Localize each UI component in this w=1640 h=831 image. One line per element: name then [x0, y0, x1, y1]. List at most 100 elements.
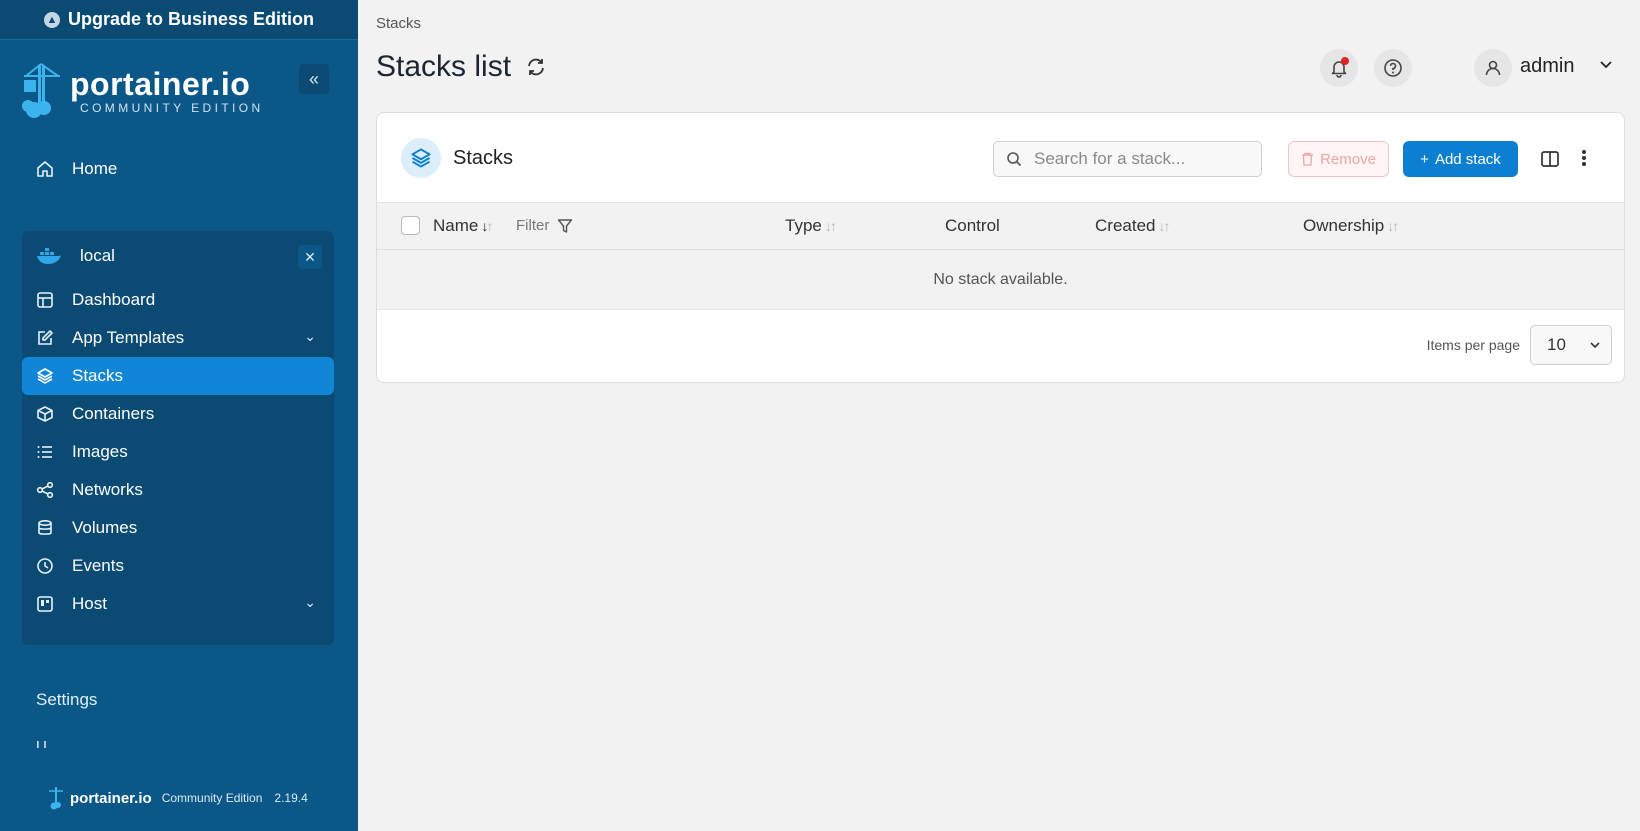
settings-section-label: Settings [36, 690, 98, 709]
chevron-down-icon: ⌄ [304, 328, 316, 344]
plus-icon: + [1420, 150, 1429, 168]
more-options-icon[interactable] [1579, 147, 1589, 169]
upgrade-banner[interactable]: ▲ Upgrade to Business Edition [0, 0, 358, 40]
add-stack-label: Add stack [1434, 150, 1501, 168]
sort-icon: ↓↑ [824, 218, 837, 234]
list-icon [37, 446, 52, 458]
sidebar-item-label: Networks [72, 480, 143, 499]
sidebar-item-containers[interactable]: Containers [22, 395, 334, 433]
breadcrumb[interactable]: Stacks [376, 15, 421, 32]
clock-icon [37, 558, 53, 574]
chevron-down-icon: ⌄ [304, 594, 316, 610]
card-title: Stacks [453, 147, 514, 169]
brand-logo[interactable]: portainer.io COMMUNITY EDITION [20, 62, 264, 120]
notifications-button[interactable] [1320, 49, 1358, 87]
sort-icon: ↓↑ [1387, 218, 1399, 234]
footer-edition: Community Edition [161, 791, 263, 805]
sidebar-item-label: Events [72, 556, 124, 575]
sidebar-item-label: Dashboard [72, 290, 156, 309]
chevron-down-icon [1590, 342, 1600, 349]
docker-icon [37, 248, 61, 264]
search-input[interactable] [1034, 149, 1254, 169]
column-header-control: Control [945, 216, 1000, 235]
items-per-page-label: Items per page [1426, 337, 1520, 353]
sidebar-item-partial[interactable]: U [36, 738, 47, 748]
page-title: Stacks list [376, 50, 547, 84]
stacks-card: Stacks Remove + Add stack [376, 112, 1625, 383]
columns-icon[interactable] [1540, 149, 1560, 169]
dashboard-icon [37, 292, 53, 308]
items-per-page-select[interactable]: 10 [1530, 325, 1612, 365]
sidebar-item-label: Volumes [72, 518, 138, 537]
empty-state-row: No stack available. [377, 250, 1624, 310]
brand-edition: COMMUNITY EDITION [80, 101, 264, 115]
column-header-type[interactable]: Type ↓↑ [785, 216, 837, 236]
search-box [993, 141, 1262, 177]
refresh-icon[interactable] [525, 56, 547, 78]
portainer-logo-icon [22, 63, 60, 118]
sidebar-item-label: U [36, 738, 47, 748]
sidebar-item-label: Home [72, 159, 118, 178]
sidebar-item-label: Containers [72, 404, 155, 423]
pagination: Items per page 10 [1427, 325, 1612, 365]
sidebar-item-home[interactable]: Home [22, 152, 332, 186]
sidebar-item-volumes[interactable]: Volumes [22, 509, 334, 547]
sidebar-item-networks[interactable]: Networks [22, 471, 334, 509]
sidebar-item-app-templates[interactable]: App Templates ⌄ [22, 319, 334, 357]
main-content: Stacks Stacks list admin Stacks Search f… [358, 0, 1640, 831]
table-header: Name ↓↑ Filter Type ↓↑ Control Created ↓… [377, 203, 1624, 250]
sidebar-item-label: App Templates [72, 328, 185, 347]
environment-panel: local ✕ Dashboard App Templates ⌄ Stacks… [22, 231, 334, 645]
sort-icon: ↓↑ [1158, 218, 1170, 234]
add-stack-button[interactable]: + Add stack [1403, 141, 1518, 177]
footer-version: 2.19.4 [274, 791, 308, 805]
sidebar-footer: portainer.io Community Edition 2.19.4 [48, 786, 308, 810]
footer-brand: portainer.io [70, 789, 152, 807]
help-circle-icon [1384, 59, 1402, 77]
host-icon [37, 596, 53, 612]
sidebar-item-label: Stacks [72, 366, 124, 385]
empty-message: No stack available. [933, 270, 1068, 288]
user-icon [1485, 60, 1501, 76]
search-icon [1007, 152, 1022, 167]
filter-button[interactable]: Filter [516, 217, 573, 234]
sidebar: ▲ Upgrade to Business Edition portainer.… [0, 0, 358, 831]
sidebar-item-host[interactable]: Host ⌄ [22, 585, 334, 623]
share-icon [36, 481, 54, 499]
column-header-name[interactable]: Name ↓↑ [433, 216, 493, 236]
environment-header[interactable]: local ✕ [22, 231, 334, 281]
sidebar-item-label: Images [72, 442, 128, 461]
page-title-text: Stacks list [376, 50, 512, 83]
environment-name: local [80, 246, 115, 265]
collapse-sidebar-button[interactable]: « [299, 64, 329, 94]
arrow-up-circle-icon: ▲ [43, 11, 60, 28]
box-icon [37, 406, 53, 422]
sidebar-item-stacks[interactable]: Stacks [22, 357, 334, 395]
sidebar-item-events[interactable]: Events [22, 547, 334, 585]
sidebar-item-label: Host [72, 594, 107, 613]
sidebar-item-images[interactable]: Images [22, 433, 334, 471]
column-header-created[interactable]: Created ↓↑ [1095, 216, 1170, 236]
trash-icon [1302, 152, 1314, 166]
column-header-ownership[interactable]: Ownership ↓↑ [1303, 216, 1399, 236]
sidebar-item-dashboard[interactable]: Dashboard [22, 281, 334, 319]
chevrons-left-icon: « [308, 68, 319, 89]
remove-label: Remove [1320, 150, 1376, 168]
filter-icon [558, 218, 573, 233]
sort-icon: ↓↑ [481, 218, 493, 234]
chevron-down-icon[interactable] [1598, 56, 1614, 72]
user-name[interactable]: admin [1520, 55, 1574, 78]
card-icon-wrapper [401, 138, 441, 178]
home-icon [37, 161, 53, 177]
select-all-checkbox[interactable] [401, 216, 420, 235]
layers-icon [411, 148, 431, 168]
notification-dot [1341, 57, 1349, 65]
remove-button[interactable]: Remove [1288, 141, 1389, 177]
user-avatar-button[interactable] [1474, 49, 1512, 87]
close-environment-button[interactable]: ✕ [298, 245, 322, 269]
portainer-logo-icon [49, 787, 63, 810]
database-icon [38, 519, 52, 535]
edit-icon [38, 330, 53, 345]
brand-name: portainer.io [70, 66, 251, 102]
help-button[interactable] [1374, 49, 1412, 87]
